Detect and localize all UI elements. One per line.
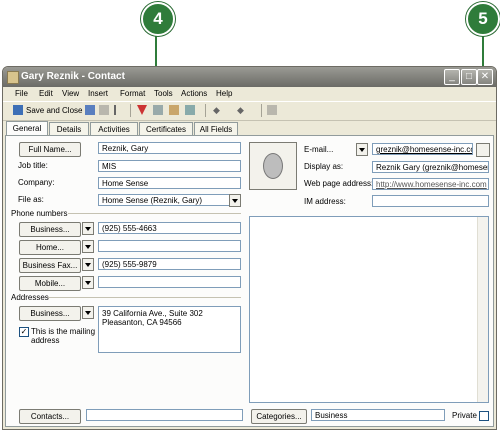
address-divider — [48, 297, 241, 298]
window-title: Gary Reznik - Contact — [21, 71, 125, 82]
save-and-close-button[interactable]: Save and Close — [26, 106, 82, 115]
categories-field[interactable]: Business — [311, 409, 445, 421]
private-checkbox[interactable] — [479, 411, 489, 421]
title-bar: Gary Reznik - Contact _ □ ✕ — [3, 67, 496, 87]
menu-bar: File Edit View Insert Format Tools Actio… — [3, 88, 496, 100]
address-business-button[interactable]: Business... — [19, 306, 81, 321]
file-as-select[interactable]: Home Sense (Reznik, Gary) — [98, 194, 241, 206]
contact-picture-button[interactable] — [249, 142, 297, 190]
next-item-icon[interactable]: ◆ — [237, 105, 247, 115]
call-dropdown-icon[interactable] — [185, 105, 195, 115]
notes-area[interactable] — [249, 216, 489, 403]
tab-all-fields[interactable]: All Fields — [194, 122, 238, 136]
menu-tools[interactable]: Tools — [154, 89, 173, 98]
previous-item-icon[interactable]: ◆ — [213, 105, 223, 115]
phone-home-button[interactable]: Home... — [19, 240, 81, 255]
mailing-address-checkbox[interactable]: ✓ — [19, 327, 29, 337]
phone-business-button[interactable]: Business... — [19, 222, 81, 237]
save-disk-icon[interactable] — [85, 105, 95, 115]
toolbar-separator — [261, 104, 262, 117]
full-name-button[interactable]: Full Name... — [19, 142, 81, 157]
attach-icon[interactable] — [114, 105, 124, 115]
job-title-label: Job title: — [18, 161, 48, 170]
phone-business-chevron-down-icon[interactable] — [82, 222, 94, 235]
address-line-2: Pleasanton, CA 94566 — [102, 318, 182, 327]
tab-activities[interactable]: Activities — [90, 122, 138, 136]
menu-view[interactable]: View — [62, 89, 79, 98]
phone-icon[interactable] — [153, 105, 163, 115]
maximize-button[interactable]: □ — [461, 69, 477, 85]
menu-insert[interactable]: Insert — [88, 89, 108, 98]
categories-button[interactable]: Categories... — [251, 409, 307, 424]
tab-details[interactable]: Details — [49, 122, 89, 136]
close-button[interactable]: ✕ — [477, 69, 493, 85]
address-field[interactable]: 39 California Ave., Suite 302 Pleasanton… — [98, 306, 241, 353]
web-page-field[interactable]: http://www.homesense-inc.com — [372, 178, 489, 190]
minimize-button[interactable]: _ — [444, 69, 460, 85]
toolbar-separator — [130, 104, 131, 117]
phone-fax-field[interactable]: (925) 555-9879 — [98, 258, 241, 270]
file-as-chevron-down-icon[interactable] — [229, 194, 241, 207]
email-chevron-down-icon[interactable] — [356, 143, 368, 156]
contact-silhouette-icon — [263, 153, 283, 179]
phone-numbers-heading: Phone numbers — [11, 209, 68, 218]
toolbar: Save and Close ◆ ◆ — [3, 101, 496, 121]
addresses-heading: Addresses — [11, 293, 49, 302]
address-book-icon[interactable] — [476, 143, 490, 157]
notes-scrollbar[interactable] — [477, 217, 488, 402]
company-field[interactable]: Home Sense — [98, 177, 241, 189]
address-type-chevron-down-icon[interactable] — [82, 306, 94, 319]
mailing-address-label: This is the mailing — [31, 327, 96, 336]
journal-icon[interactable] — [169, 105, 179, 115]
full-name-field[interactable]: Reznik, Gary — [98, 142, 241, 154]
help-icon[interactable] — [267, 105, 277, 115]
phone-home-field[interactable] — [98, 240, 241, 252]
menu-file[interactable]: File — [15, 89, 28, 98]
mailing-address-label-2: address — [31, 336, 60, 345]
toolbar-separator — [205, 104, 206, 117]
phone-mobile-field[interactable] — [98, 276, 241, 288]
phone-fax-chevron-down-icon[interactable] — [82, 258, 94, 271]
email-field[interactable]: greznik@homesense-inc.com — [372, 143, 473, 155]
menu-help[interactable]: Help — [216, 89, 232, 98]
phone-business-field[interactable]: (925) 555-4663 — [98, 222, 241, 234]
general-panel: Full Name... Reznik, Gary Job title: MIS… — [5, 135, 494, 427]
tab-certificates[interactable]: Certificates — [139, 122, 193, 136]
menu-format[interactable]: Format — [120, 89, 145, 98]
private-label: Private — [452, 411, 477, 420]
company-label: Company: — [18, 178, 55, 187]
email-label: E-mail... — [304, 145, 334, 154]
job-title-field[interactable]: MIS — [98, 160, 241, 172]
flag-icon[interactable] — [137, 105, 147, 115]
print-icon[interactable] — [99, 105, 109, 115]
display-as-field[interactable]: Reznik Gary (greznik@homesense- — [372, 161, 489, 173]
phone-home-chevron-down-icon[interactable] — [82, 240, 94, 253]
phone-mobile-button[interactable]: Mobile... — [19, 276, 81, 291]
file-as-label: File as: — [18, 195, 44, 204]
menu-actions[interactable]: Actions — [181, 89, 207, 98]
address-line-1: 39 California Ave., Suite 302 — [102, 309, 203, 318]
phone-mobile-chevron-down-icon[interactable] — [82, 276, 94, 289]
callout-5: 5 — [466, 2, 500, 36]
phone-fax-button[interactable]: Business Fax... — [19, 258, 81, 273]
phone-divider — [68, 213, 241, 214]
contact-window: Gary Reznik - Contact _ □ ✕ File Edit Vi… — [2, 66, 497, 430]
menu-edit[interactable]: Edit — [39, 89, 53, 98]
contact-card-icon — [7, 71, 19, 84]
save-icon — [13, 105, 23, 115]
contacts-button[interactable]: Contacts... — [19, 409, 81, 424]
web-page-label: Web page address: — [304, 179, 374, 188]
display-as-label: Display as: — [304, 162, 344, 171]
callout-4: 4 — [141, 2, 175, 36]
im-address-field[interactable] — [372, 195, 489, 207]
contacts-field[interactable] — [86, 409, 243, 421]
im-address-label: IM address: — [304, 197, 346, 206]
